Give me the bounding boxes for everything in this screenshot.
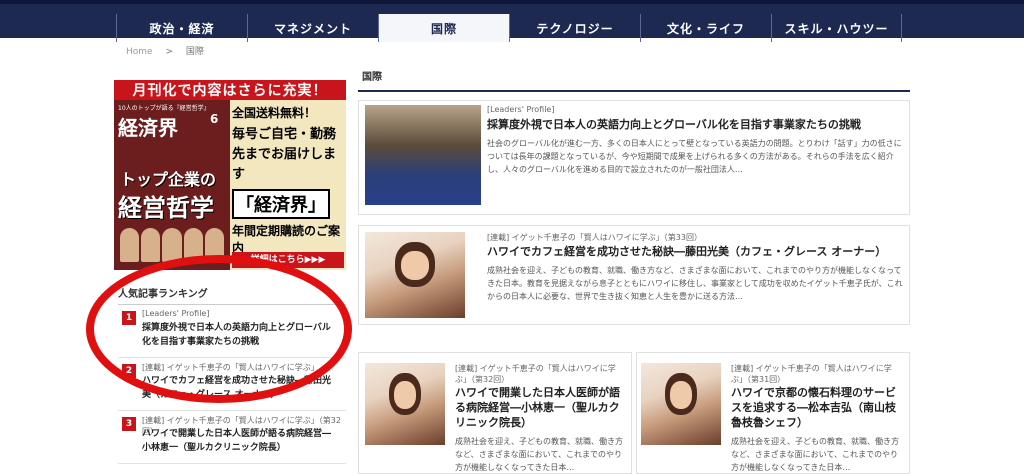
nav-item-culture-life[interactable]: 文化・ライフ <box>640 14 771 42</box>
article-thumbnail-portrait[interactable] <box>365 232 465 318</box>
rank-article-title[interactable]: ハワイで開業した日本人医師が語る病院経営―小林恵一（聖ルカクリニック院長） <box>142 427 337 455</box>
article-card[interactable]: [連載] イゲット千恵子の「賢人はハワイに学ぶ」（第32回） ハワイで開業した日… <box>358 352 632 474</box>
magazine-cover-subtitle: 10人のトップが語る『経営哲学』 <box>118 105 210 112</box>
portrait <box>204 228 225 262</box>
banner-copy: 全国送料無料！ 毎号ご自宅・勤務先までお届けします 「経済界」 年間定期購読のご… <box>232 102 344 257</box>
ranking-item[interactable]: 3 [連載] イゲット千恵子の「賢人はハワイに学ぶ」（第32回） ハワイで開業し… <box>118 411 346 464</box>
portrait <box>120 228 140 262</box>
rank-meta: [連載] イゲット千恵子の「賢人はハワイに学ぶ」 <box>142 363 319 372</box>
nav-item-politics-economy[interactable]: 政治・経済 <box>116 14 247 42</box>
popular-ranking: 人気記事ランキング 1 [Leaders' Profile] 採算度外視で日本人… <box>114 285 346 464</box>
rank-meta: [Leaders' Profile] <box>142 309 210 318</box>
rank-number: 1 <box>122 311 136 325</box>
magazine-issue-number: 6 <box>210 112 219 126</box>
portrait-face <box>393 381 417 409</box>
subscription-banner[interactable]: 月刊化で内容はさらに充実！ 10人のトップが語る『経営哲学』 経済界 6 トップ… <box>114 80 346 270</box>
portrait <box>141 228 161 262</box>
magazine-feature-line2: 経営哲学 <box>118 193 214 222</box>
top-navigation-bar: 政治・経済 マネジメント 国際 テクノロジー 文化・ライフ スキル・ハウツー <box>0 0 1024 42</box>
portrait-face <box>401 250 429 281</box>
ranking-item[interactable]: 1 [Leaders' Profile] 採算度外視で日本人の英語力向上とグロー… <box>118 305 346 358</box>
banner-headline: 月刊化で内容はさらに充実！ <box>114 80 346 100</box>
breadcrumb-separator: > <box>165 47 173 57</box>
article-card[interactable]: [Leaders' Profile] 採算度外視で日本人の英語力向上とグローバル… <box>358 100 910 215</box>
article-card[interactable]: [連載] イゲット千恵子の「賢人はハワイに学ぶ」（第31回） ハワイで京都の懐石… <box>636 352 910 474</box>
article-thumbnail-portrait[interactable] <box>641 363 721 445</box>
article-excerpt: 成熟社会を迎え、子どもの教育、就職、働き方など、さまざまな面において、これまでの… <box>487 266 903 301</box>
portrait <box>183 228 203 262</box>
nav-item-international[interactable]: 国際 <box>378 14 509 42</box>
banner-delivery: 毎号ご自宅・勤務先までお届けします <box>232 127 337 182</box>
portrait <box>162 228 182 262</box>
article-title[interactable]: ハワイで開業した日本人医師が語る病院経営―小林恵一（聖ルカクリニック院長） <box>455 385 627 430</box>
banner-free-shipping: 全国送料無料！ <box>232 106 317 120</box>
breadcrumb-home-link[interactable]: Home <box>126 47 153 57</box>
magazine-feature-line1: トップ企業の <box>120 170 217 189</box>
magazine-cover-title: 経済界 <box>118 116 178 140</box>
breadcrumb: Home > 国際 <box>126 44 214 57</box>
main-nav: 政治・経済 マネジメント 国際 テクノロジー 文化・ライフ スキル・ハウツー <box>116 14 902 42</box>
rank-article-title[interactable]: ハワイでカフェ経営を成功させた秘訣―藤田光美（カフェ・グレース オーナー） <box>142 374 337 402</box>
article-title[interactable]: ハワイでカフェ経営を成功させた秘訣―藤田光美（カフェ・グレース オーナー） <box>487 244 903 259</box>
article-meta: [連載] イゲット千恵子の「賢人はハワイに学ぶ」（第32回） <box>455 364 616 384</box>
rank-number: 2 <box>122 364 136 378</box>
magazine-cover-image: 10人のトップが語る『経営哲学』 経済界 6 トップ企業の 経営哲学 <box>114 100 230 270</box>
article-card[interactable]: [連載] イゲット千恵子の「賢人はハワイに学ぶ」（第33回） ハワイでカフェ経営… <box>358 225 910 325</box>
article-meta: [連載] イゲット千恵子の「賢人はハワイに学ぶ」（第31回） <box>731 364 892 384</box>
article-excerpt: 成熟社会を迎え、子どもの教育、就職、働き方など、さまざまな面において、これまでの… <box>731 437 899 472</box>
rank-number: 3 <box>122 417 136 431</box>
nav-item-technology[interactable]: テクノロジー <box>509 14 640 42</box>
portrait-face <box>669 381 693 409</box>
article-meta: [連載] イゲット千恵子の「賢人はハワイに学ぶ」（第33回） <box>487 233 702 242</box>
breadcrumb-current: 国際 <box>185 47 204 57</box>
article-thumbnail-group-photo[interactable] <box>365 105 481 205</box>
article-excerpt: 社会のグローバル化が進む一方、多くの日本人にとって壁となっている英語力の問題。と… <box>487 139 902 174</box>
ranking-title: 人気記事ランキング <box>118 285 346 305</box>
article-thumbnail-portrait[interactable] <box>365 363 445 445</box>
article-meta: [Leaders' Profile] <box>487 105 555 114</box>
banner-details-link[interactable]: 詳細はこちら▶▶▶ <box>232 252 344 268</box>
article-title[interactable]: ハワイで京都の懐石料理のサービスを追求する―松本吉弘（南山枝魯枝魯シェフ） <box>731 385 903 430</box>
nav-item-skill-howto[interactable]: スキル・ハウツー <box>771 14 902 42</box>
rank-article-title[interactable]: 採算度外視で日本人の英語力向上とグローバル化を目指す事業家たちの挑戦 <box>142 321 337 349</box>
main-content: 国際 [Leaders' Profile] 採算度外視で日本人の英語力向上とグロ… <box>358 70 910 474</box>
cover-portraits <box>120 228 225 266</box>
article-title[interactable]: 採算度外視で日本人の英語力向上とグローバル化を目指す事業家たちの挑戦 <box>487 117 903 132</box>
nav-item-management[interactable]: マネジメント <box>247 14 378 42</box>
banner-magazine-name: 「経済界」 <box>232 189 330 219</box>
ranking-item[interactable]: 2 [連載] イゲット千恵子の「賢人はハワイに学ぶ」 ハワイでカフェ経営を成功さ… <box>118 358 346 411</box>
article-excerpt: 成熟社会を迎え、子どもの教育、就職、働き方など、さまざまな面において、これまでの… <box>455 437 623 472</box>
section-title: 国際 <box>358 70 910 92</box>
